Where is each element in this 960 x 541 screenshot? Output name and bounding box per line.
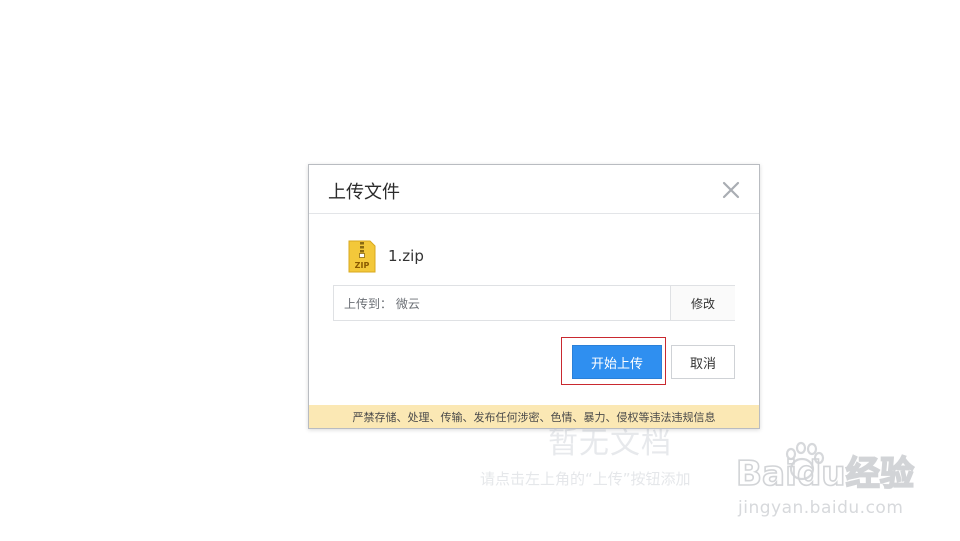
baidu-jingyan-watermark-logo: Baidu经验 — [736, 441, 915, 495]
zip-file-icon: ZIP — [348, 240, 376, 273]
dialog-title: 上传文件 — [328, 182, 400, 203]
cancel-button[interactable]: 取消 — [671, 345, 735, 379]
close-icon[interactable] — [721, 180, 741, 200]
watermark-logo-text: Baidu经验 — [736, 454, 914, 494]
empty-state-hint: 请点击左上角的“上传”按钮添加 — [480, 470, 691, 488]
destination-label: 上传到： 微云 — [344, 297, 420, 311]
warning-bar: 严禁存储、处理、传输、发布任何涉密、色情、暴力、侵权等违法违规信息 — [309, 405, 759, 428]
zip-icon-label: ZIP — [355, 261, 370, 270]
start-upload-button[interactable]: 开始上传 — [572, 345, 662, 379]
file-name: 1.zip — [388, 247, 424, 265]
upload-destination: 上传到： 微云 修改 — [333, 285, 735, 321]
page: 暂无文档 请点击左上角的“上传”按钮添加 Baidu经验 jingyan.bai… — [0, 0, 960, 541]
watermark-url: jingyan.baidu.com — [738, 498, 904, 518]
upload-dialog: 上传文件 ZIP 1.zip 上传到： 微云 修改 开始上传 取消 严禁存储、处… — [308, 164, 760, 429]
dialog-header: 上传文件 — [309, 165, 759, 214]
change-destination-button[interactable]: 修改 — [670, 286, 735, 320]
